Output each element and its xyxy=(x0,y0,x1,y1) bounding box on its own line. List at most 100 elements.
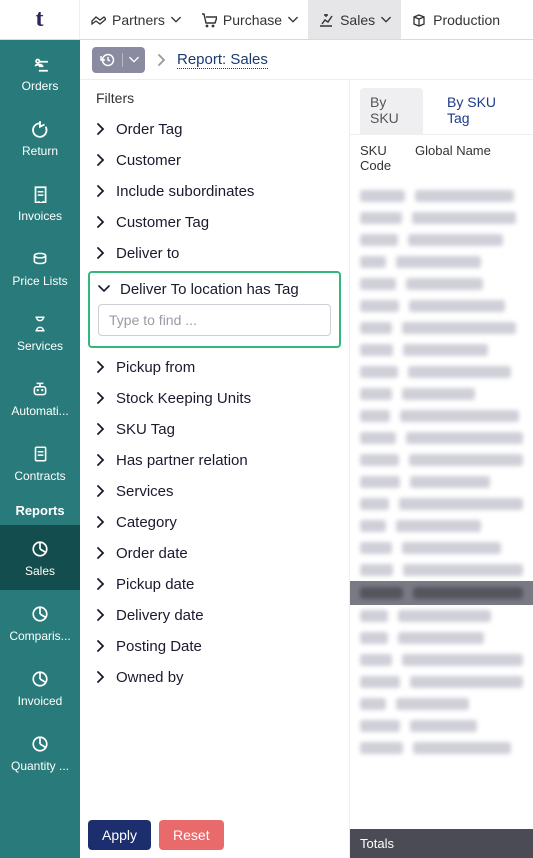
menu-production[interactable]: Production xyxy=(401,0,510,39)
table-row[interactable] xyxy=(360,449,523,471)
filter-label: Stock Keeping Units xyxy=(116,390,251,407)
breadcrumb-bar: Report: Sales xyxy=(80,40,533,80)
table-row[interactable] xyxy=(360,295,523,317)
table-row[interactable] xyxy=(360,537,523,559)
pie-chart-icon xyxy=(29,733,51,755)
table-row[interactable] xyxy=(360,251,523,273)
filter-deliver-to-tag-header[interactable]: Deliver To location has Tag xyxy=(98,279,331,304)
filter-category[interactable]: Category xyxy=(88,507,341,538)
nav-label: Comparis... xyxy=(9,629,70,643)
filter-order-date[interactable]: Order date xyxy=(88,538,341,569)
filter-deliver-to-tag-expanded: Deliver To location has Tag xyxy=(88,271,341,348)
nav-report-comparis[interactable]: Comparis... xyxy=(0,590,80,655)
invoice-icon xyxy=(29,183,51,205)
menu-label: Partners xyxy=(112,12,165,28)
chevron-right-icon xyxy=(94,423,108,437)
table-row[interactable] xyxy=(360,383,523,405)
contract-icon xyxy=(29,443,51,465)
tab-by-sku-tag[interactable]: By SKU Tag xyxy=(437,88,523,134)
table-row[interactable] xyxy=(360,185,523,207)
breadcrumb-title[interactable]: Report: Sales xyxy=(177,51,268,69)
apply-button[interactable]: Apply xyxy=(88,820,151,850)
filter-label: Category xyxy=(116,514,177,531)
filter-sku-tag[interactable]: SKU Tag xyxy=(88,414,341,445)
nav-report-invoiced[interactable]: Invoiced xyxy=(0,655,80,720)
table-row[interactable] xyxy=(360,361,523,383)
menu-sales[interactable]: Sales xyxy=(308,0,401,39)
table-row[interactable] xyxy=(360,515,523,537)
filter-delivery-date[interactable]: Delivery date xyxy=(88,600,341,631)
filter-label: Order date xyxy=(116,545,188,562)
filter-pickup-date[interactable]: Pickup date xyxy=(88,569,341,600)
totals-row: Totals xyxy=(350,829,533,858)
filter-label: Pickup date xyxy=(116,576,194,593)
filter-services[interactable]: Services xyxy=(88,476,341,507)
table-row[interactable] xyxy=(350,581,533,605)
reset-button[interactable]: Reset xyxy=(159,820,224,850)
chevron-right-icon xyxy=(94,392,108,406)
filter-owned-by[interactable]: Owned by xyxy=(88,662,341,693)
chevron-down-icon xyxy=(381,15,391,25)
nav-section-reports: Reports xyxy=(0,495,80,525)
app-logo[interactable]: t xyxy=(0,0,80,39)
chevron-right-icon xyxy=(94,216,108,230)
table-row[interactable] xyxy=(360,317,523,339)
filter-label: Customer xyxy=(116,152,181,169)
table-row[interactable] xyxy=(360,471,523,493)
nav-report-quantity[interactable]: Quantity ... xyxy=(0,720,80,785)
filter-customer[interactable]: Customer xyxy=(88,145,341,176)
return-icon xyxy=(29,118,51,140)
tab-by-sku[interactable]: By SKU xyxy=(360,88,423,134)
table-row[interactable] xyxy=(360,339,523,361)
filter-posting-date[interactable]: Posting Date xyxy=(88,631,341,662)
menu-partners[interactable]: Partners xyxy=(80,0,191,39)
table-row[interactable] xyxy=(360,559,523,581)
filter-deliver-to[interactable]: Deliver to xyxy=(88,238,341,269)
table-row[interactable] xyxy=(360,427,523,449)
nav-report-sales[interactable]: Sales xyxy=(0,525,80,590)
nav-pricelists[interactable]: Price Lists xyxy=(0,235,80,300)
chevron-right-icon xyxy=(94,454,108,468)
filter-order-tag[interactable]: Order Tag xyxy=(88,114,341,145)
chevron-right-icon xyxy=(94,547,108,561)
nav-contracts[interactable]: Contracts xyxy=(0,430,80,495)
table-row[interactable] xyxy=(360,627,523,649)
table-row[interactable] xyxy=(360,649,523,671)
cart-icon xyxy=(201,12,217,28)
orders-icon xyxy=(29,53,51,75)
table-row[interactable] xyxy=(360,229,523,251)
table-row[interactable] xyxy=(360,207,523,229)
table-row[interactable] xyxy=(360,605,523,627)
nav-return[interactable]: Return xyxy=(0,105,80,170)
chevron-right-icon xyxy=(94,516,108,530)
filter-label: Posting Date xyxy=(116,638,202,655)
nav-invoices[interactable]: Invoices xyxy=(0,170,80,235)
table-row[interactable] xyxy=(360,273,523,295)
chevron-right-icon xyxy=(94,640,108,654)
filter-customer-tag[interactable]: Customer Tag xyxy=(88,207,341,238)
table-row[interactable] xyxy=(360,493,523,515)
table-row[interactable] xyxy=(360,405,523,427)
history-button[interactable] xyxy=(92,47,145,73)
pie-chart-icon xyxy=(29,538,51,560)
table-row[interactable] xyxy=(360,671,523,693)
report-tabs: By SKU By SKU Tag xyxy=(350,80,533,135)
filter-deliver-to-tag-input[interactable] xyxy=(98,304,331,336)
filter-pickup-from[interactable]: Pickup from xyxy=(88,352,341,383)
nav-orders[interactable]: Orders xyxy=(0,40,80,105)
filter-has-partner-relation[interactable]: Has partner relation xyxy=(88,445,341,476)
filter-include-subordinates[interactable]: Include subordinates xyxy=(88,176,341,207)
nav-label: Price Lists xyxy=(12,274,67,288)
column-sku-code: SKU Code xyxy=(360,143,415,173)
filter-label: Order Tag xyxy=(116,121,182,138)
table-row[interactable] xyxy=(360,715,523,737)
nav-automati[interactable]: Automati... xyxy=(0,365,80,430)
chevron-right-icon xyxy=(94,123,108,137)
filter-stock-keeping-units[interactable]: Stock Keeping Units xyxy=(88,383,341,414)
table-row[interactable] xyxy=(360,737,523,759)
menu-purchase[interactable]: Purchase xyxy=(191,0,308,39)
nav-services[interactable]: Services xyxy=(0,300,80,365)
table-header: SKU Code Global Name xyxy=(350,135,533,181)
report-panel: By SKU By SKU Tag SKU Code Global Name To… xyxy=(350,80,533,858)
table-row[interactable] xyxy=(360,693,523,715)
